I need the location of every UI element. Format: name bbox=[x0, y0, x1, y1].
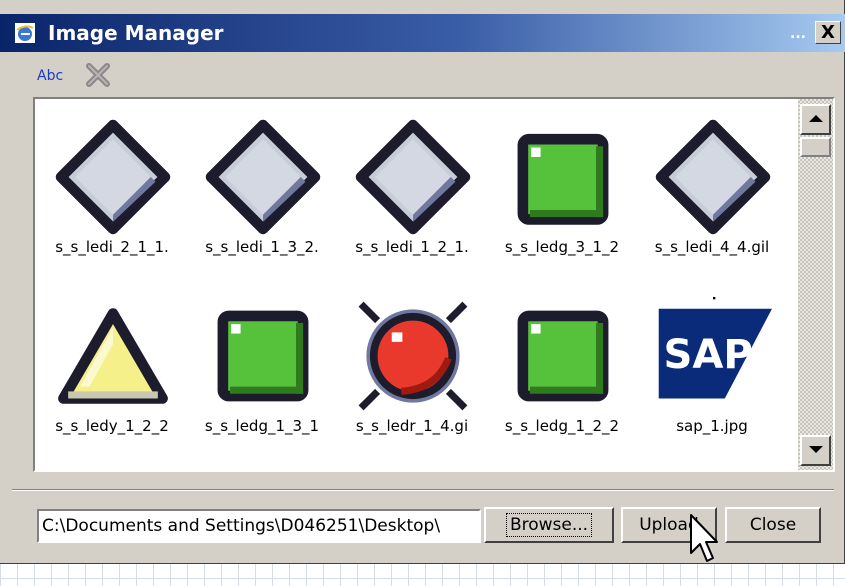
thumbnail-item[interactable]: s_s_ledg_1_2_2 bbox=[487, 280, 637, 450]
mouse-pointer-icon bbox=[690, 514, 718, 562]
arrow-up-icon bbox=[809, 115, 823, 122]
title-bar[interactable]: Image Manager ... X bbox=[0, 14, 845, 52]
led-red-circle-icon bbox=[358, 301, 468, 411]
thumbnail-item[interactable]: s_s_ledi_1_3_2. bbox=[187, 101, 337, 271]
browse-button[interactable]: Browse... bbox=[484, 507, 614, 543]
sap-logo-icon: SAP bbox=[658, 297, 772, 399]
led-green-square-icon bbox=[517, 310, 609, 402]
toolbar: Abc bbox=[0, 52, 845, 96]
thumbnail-item[interactable]: SAP sap_1.jpg bbox=[637, 280, 787, 450]
thumbnail-label: s_s_ledi_2_1_1. bbox=[55, 238, 169, 256]
thumbnail-grid: s_s_ledi_2_1_1. s_s_ledi_1_3_2. s_s_ledi… bbox=[35, 99, 797, 470]
image-list-panel: s_s_ledi_2_1_1. s_s_ledi_1_3_2. s_s_ledi… bbox=[33, 97, 835, 472]
vertical-scrollbar[interactable] bbox=[798, 99, 833, 470]
thumbnail-item[interactable]: s_s_ledr_1_4.gi bbox=[337, 280, 487, 450]
thumbnail-label: s_s_ledi_1_2_1. bbox=[355, 238, 469, 256]
thumbnail-label: s_s_ledy_1_2_2 bbox=[55, 417, 169, 435]
thumbnail-label: s_s_ledg_1_3_1 bbox=[204, 417, 320, 435]
close-button[interactable]: Close bbox=[725, 507, 821, 543]
window-close-button[interactable]: X bbox=[815, 21, 841, 44]
thumbnail-label: s_s_ledg_1_2_2 bbox=[504, 417, 620, 435]
window-title: Image Manager bbox=[48, 21, 224, 45]
scroll-down-button[interactable] bbox=[800, 435, 831, 466]
thumbnail-item[interactable]: s_s_ledg_3_1_2 bbox=[487, 101, 637, 271]
led-green-square-icon bbox=[517, 133, 609, 225]
abc-spellcheck-glyph: Abc bbox=[37, 68, 63, 84]
file-path-input[interactable] bbox=[37, 509, 481, 543]
thumbnail-label: s_s_ledi_1_3_2. bbox=[205, 238, 319, 256]
internet-explorer-icon bbox=[15, 23, 35, 43]
delete-x-icon[interactable] bbox=[84, 62, 112, 88]
led-yellow-triangle-icon bbox=[58, 308, 168, 404]
thumbnail-label: sap_1.jpg bbox=[676, 417, 748, 435]
abc-spellcheck-icon[interactable]: Abc bbox=[36, 64, 70, 86]
arrow-down-icon bbox=[809, 446, 823, 453]
thumbnail-item[interactable]: s_s_ledi_1_2_1. bbox=[337, 101, 487, 271]
thumbnail-item[interactable]: s_s_ledi_4_4.gil bbox=[637, 101, 787, 271]
title-overflow-dots: ... bbox=[790, 26, 806, 42]
led-inactive-diamond-icon bbox=[55, 119, 171, 235]
led-inactive-diamond-icon bbox=[355, 119, 471, 235]
thumbnail-item[interactable]: s_s_ledg_1_3_1 bbox=[187, 280, 337, 450]
thumbnail-label: s_s_ledi_4_4.gil bbox=[654, 238, 770, 256]
led-green-square-icon bbox=[217, 310, 309, 402]
sap-logo-text: SAP bbox=[663, 332, 752, 378]
led-inactive-diamond-icon bbox=[205, 119, 321, 235]
scrollbar-thumb[interactable] bbox=[800, 137, 831, 157]
led-inactive-diamond-icon bbox=[655, 119, 771, 235]
thumbnail-label: s_s_ledg_3_1_2 bbox=[504, 238, 620, 256]
browse-button-label: Browse... bbox=[505, 513, 593, 537]
footer-separator bbox=[12, 489, 834, 491]
scroll-up-button[interactable] bbox=[800, 104, 831, 135]
thumbnail-item[interactable]: s_s_ledy_1_2_2 bbox=[37, 280, 187, 450]
image-manager-window: Image Manager ... X Abc s_s_ledi_2_1_1. bbox=[0, 0, 845, 564]
thumbnail-label: s_s_ledr_1_4.gi bbox=[355, 417, 469, 435]
thumbnail-item[interactable]: s_s_ledi_2_1_1. bbox=[37, 101, 187, 271]
